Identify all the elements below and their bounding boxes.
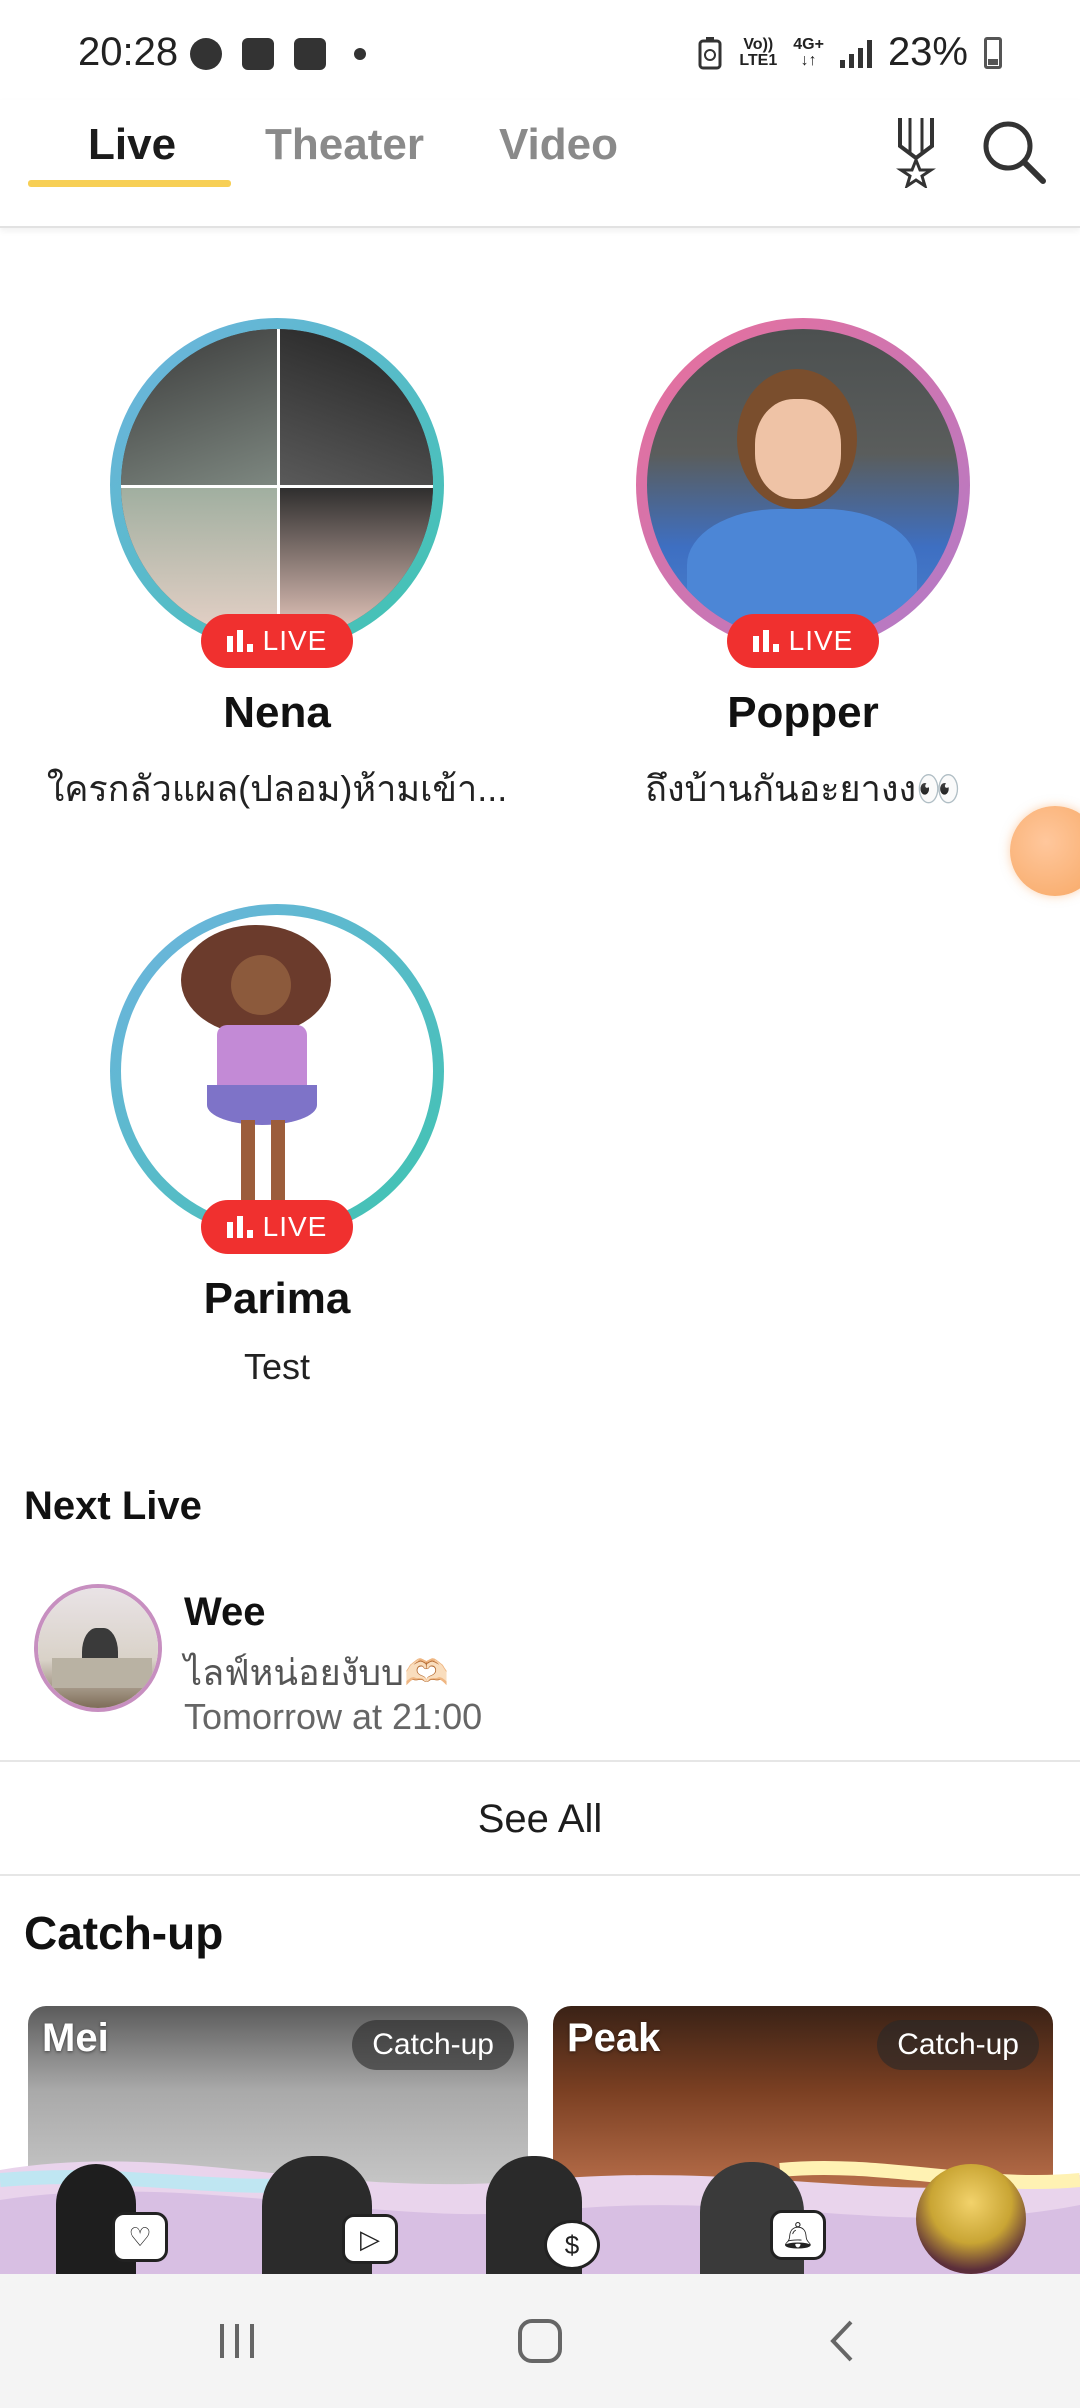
home-icon[interactable] <box>495 2296 585 2386</box>
catch-up-tag: Catch-up <box>877 2020 1039 2070</box>
live-card[interactable]: LIVE Parima Test <box>17 904 537 1388</box>
live-bars-icon <box>226 1216 253 1238</box>
member-name: Nena <box>223 688 331 737</box>
battery-percent: 23% <box>887 30 968 74</box>
live-badge: LIVE <box>201 614 353 668</box>
avatar-ring <box>636 318 970 652</box>
data-arrows-icon: ↓↑ <box>800 51 817 69</box>
catch-up-title: Catch-up <box>24 1907 224 1959</box>
catch-up-tag: Catch-up <box>352 2020 514 2070</box>
volte-label: Vo)) LTE1 <box>739 35 778 69</box>
next-live-title: Next Live <box>24 1484 202 1528</box>
ranking-medal-icon[interactable] <box>876 112 956 192</box>
recent-apps-icon[interactable] <box>192 2296 282 2386</box>
live-description: ใครกลัวแผล(ปลอม)ห้ามเข้า... <box>46 768 508 809</box>
avatar-image <box>121 329 433 641</box>
facebook-icon <box>190 38 222 70</box>
live-badge: LIVE <box>201 1200 353 1254</box>
next-live-avatar[interactable] <box>34 1584 162 1712</box>
active-tab-indicator <box>28 180 231 187</box>
next-live-time: Tomorrow at 21:00 <box>184 1696 483 1737</box>
play-icon: ▷ <box>342 2214 398 2264</box>
member-name: Parima <box>203 1274 351 1323</box>
live-description: ถึงบ้านกันอะยางง👀 <box>645 768 961 809</box>
divider <box>0 1874 1080 1876</box>
battery-icon <box>984 36 1002 69</box>
live-description: Test <box>243 1346 311 1387</box>
live-badge: LIVE <box>727 614 879 668</box>
heart-icon: ♡ <box>112 2212 168 2262</box>
dot-icon <box>354 48 366 60</box>
see-all-button[interactable]: See All <box>0 1762 1080 1876</box>
tab-live[interactable]: Live <box>88 120 176 170</box>
catch-up-name: Mei <box>42 2016 109 2060</box>
video-icon <box>242 38 274 70</box>
tab-video[interactable]: Video <box>499 120 618 170</box>
coin-icon: $ <box>544 2220 600 2270</box>
tab-theater[interactable]: Theater <box>265 120 424 170</box>
live-bars-icon <box>226 630 253 652</box>
live-card[interactable]: LIVE Popper ถึงบ้านกันอะยางง👀 <box>543 318 1063 817</box>
avatar-ring <box>110 904 444 1238</box>
live-avatar[interactable]: LIVE <box>110 318 444 668</box>
avatar-image <box>121 915 433 1227</box>
next-live-item[interactable]: Wee ไลฟ์หน่อยงับบ🫶🏻 Tomorrow at 21:00 <box>34 1584 1054 1737</box>
bell-icon: 🔔︎ <box>770 2210 826 2260</box>
promo-banner[interactable]: ♡ ▷ $ 🔔︎ <box>0 2150 1080 2274</box>
system-nav-bar <box>0 2274 1080 2408</box>
live-bars-icon <box>752 630 779 652</box>
battery-saver-icon <box>698 36 722 69</box>
promo-character <box>916 2164 1026 2274</box>
back-icon[interactable] <box>798 2296 888 2386</box>
live-card[interactable]: LIVE Nena ใครกลัวแผล(ปลอม)ห้ามเข้า... <box>17 318 537 817</box>
top-tabs: Live Theater Video <box>0 100 1080 228</box>
live-avatar[interactable]: LIVE <box>636 318 970 668</box>
status-bar: 20:28 Vo)) LTE1 4G+ ↓↑ 23% <box>0 0 1080 100</box>
member-name: Popper <box>727 688 879 737</box>
floating-bubble[interactable] <box>1010 806 1080 896</box>
notification-icons <box>190 38 366 70</box>
next-live-name: Wee <box>184 1590 266 1634</box>
catch-up-name: Peak <box>567 2016 661 2060</box>
app-screen: 20:28 Vo)) LTE1 4G+ ↓↑ 23% Live Theater … <box>0 0 1080 2408</box>
network-type: 4G+ ↓↑ <box>793 35 824 69</box>
signal-icon <box>839 38 872 68</box>
gallery-icon <box>294 38 326 70</box>
avatar-image <box>647 329 959 641</box>
status-time: 20:28 <box>78 30 179 74</box>
live-avatar[interactable]: LIVE <box>110 904 444 1254</box>
next-live-description: ไลฟ์หน่อยงับบ🫶🏻 <box>184 1652 449 1693</box>
avatar-ring <box>110 318 444 652</box>
search-icon[interactable] <box>974 112 1054 192</box>
status-right: Vo)) LTE1 4G+ ↓↑ 23% <box>697 30 1002 75</box>
